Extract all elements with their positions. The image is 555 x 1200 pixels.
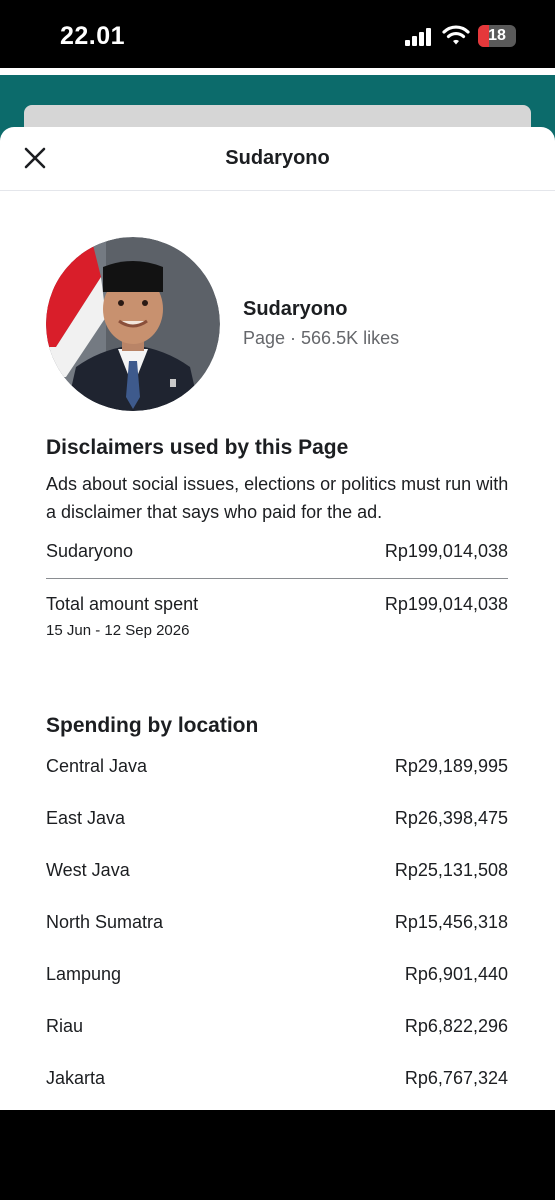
profile-photo[interactable] bbox=[46, 237, 220, 411]
location-amount: Rp25,131,508 bbox=[394, 860, 508, 880]
location-amount: Rp6,901,440 bbox=[404, 964, 508, 984]
spending-heading: Spending by location bbox=[46, 714, 259, 737]
location-name: Jakarta bbox=[46, 1068, 106, 1088]
location-name: East Java bbox=[46, 808, 126, 828]
disclaimers-heading: Disclaimers used by this Page bbox=[46, 436, 349, 459]
location-amount: Rp6,767,324 bbox=[404, 1068, 508, 1088]
background-app-edge bbox=[0, 68, 555, 75]
total-spent-amount: Rp199,014,038 bbox=[384, 594, 508, 614]
status-bar: 22.01 18 bbox=[0, 0, 555, 68]
sheet-header: Sudaryono bbox=[0, 127, 555, 191]
cellular-signal-icon bbox=[405, 28, 433, 46]
location-name: Lampung bbox=[46, 964, 122, 984]
status-time: 22.01 bbox=[60, 22, 126, 50]
bottom-bezel bbox=[0, 1110, 555, 1200]
location-name: Central Java bbox=[46, 756, 148, 776]
location-name: Riau bbox=[46, 1016, 84, 1036]
page-meta: Page · 566.5K likes bbox=[243, 328, 400, 348]
battery-icon: 18 bbox=[478, 25, 516, 47]
disclaimer-amount: Rp199,014,038 bbox=[384, 541, 508, 561]
location-name: North Sumatra bbox=[46, 912, 164, 932]
page-name[interactable]: Sudaryono bbox=[243, 298, 347, 321]
battery-level: 18 bbox=[488, 27, 506, 44]
location-amount: Rp29,189,995 bbox=[394, 756, 508, 776]
divider bbox=[46, 578, 508, 579]
page-transparency-sheet: Sudaryono Sudaryono Page · 566.5K likes … bbox=[0, 127, 555, 1110]
total-spent-label: Total amount spent bbox=[46, 594, 199, 614]
location-amount: Rp15,456,318 bbox=[394, 912, 508, 932]
date-range: 15 Jun - 12 Sep 2026 bbox=[46, 622, 190, 639]
location-amount: Rp26,398,475 bbox=[394, 808, 508, 828]
location-amount: Rp6,822,296 bbox=[404, 1016, 508, 1036]
disclaimers-description: Ads about social issues, elections or po… bbox=[46, 474, 509, 522]
wifi-icon bbox=[442, 25, 470, 45]
location-name: West Java bbox=[46, 860, 130, 880]
disclaimer-name: Sudaryono bbox=[46, 541, 134, 561]
sheet-title: Sudaryono bbox=[225, 147, 330, 169]
